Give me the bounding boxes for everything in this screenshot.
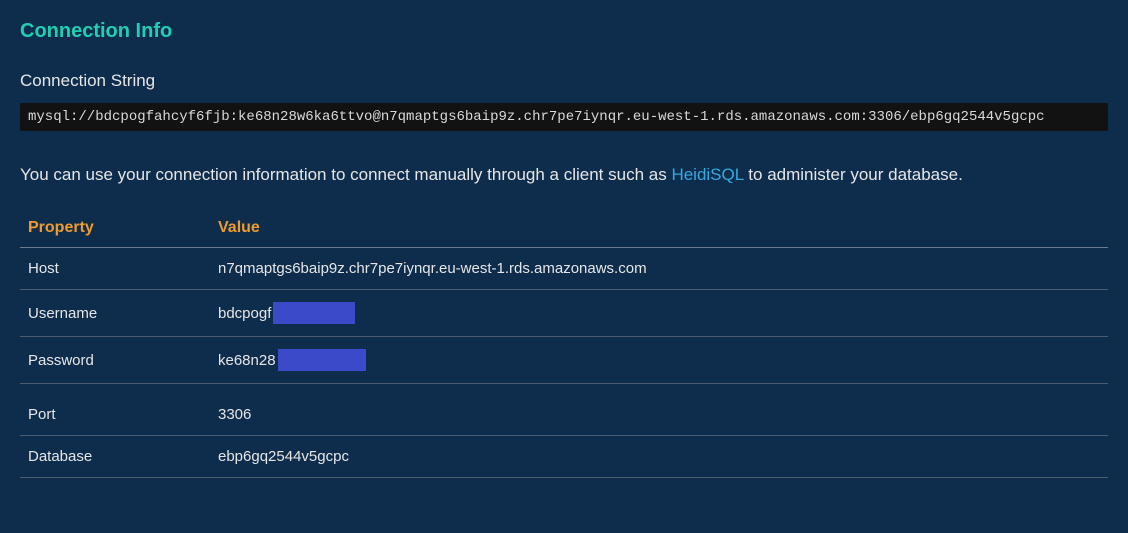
info-text: You can use your connection information …: [20, 165, 1108, 185]
table-row-password: Password ke68n28: [20, 337, 1108, 384]
header-value: Value: [210, 209, 1108, 248]
connection-properties-table: Property Value Host n7qmaptgs6baip9z.chr…: [20, 209, 1108, 478]
property-password-value: ke68n28: [210, 337, 1108, 384]
password-redaction-block: [278, 349, 366, 371]
table-row-database: Database ebp6gq2544v5gcpc: [20, 436, 1108, 478]
connection-string-value[interactable]: mysql://bdcpogfahcyf6fjb:ke68n28w6ka6ttv…: [20, 103, 1108, 131]
panel-title: Connection Info: [20, 20, 1108, 43]
property-host-label: Host: [20, 248, 210, 290]
property-database-value: ebp6gq2544v5gcpc: [210, 436, 1108, 478]
connection-info-panel: Connection Info Connection String mysql:…: [20, 20, 1108, 478]
table-header-row: Property Value: [20, 209, 1108, 248]
table-row-host: Host n7qmaptgs6baip9z.chr7pe7iynqr.eu-we…: [20, 248, 1108, 290]
username-redaction-block: [273, 302, 355, 324]
table-row-username: Username bdcpogf: [20, 290, 1108, 337]
info-text-suffix: to administer your database.: [744, 165, 963, 184]
property-host-value: n7qmaptgs6baip9z.chr7pe7iynqr.eu-west-1.…: [210, 248, 1108, 290]
property-database-label: Database: [20, 436, 210, 478]
heidisql-link[interactable]: HeidiSQL: [671, 165, 743, 184]
username-visible-part: bdcpogf: [218, 305, 271, 322]
table-row-gap: [20, 384, 1108, 395]
table-row-port: Port 3306: [20, 394, 1108, 436]
info-text-prefix: You can use your connection information …: [20, 165, 671, 184]
password-visible-part: ke68n28: [218, 352, 276, 369]
property-username-value: bdcpogf: [210, 290, 1108, 337]
property-port-value: 3306: [210, 394, 1108, 436]
header-property: Property: [20, 209, 210, 248]
property-username-label: Username: [20, 290, 210, 337]
property-port-label: Port: [20, 394, 210, 436]
property-password-label: Password: [20, 337, 210, 384]
connection-string-label: Connection String: [20, 71, 1108, 91]
